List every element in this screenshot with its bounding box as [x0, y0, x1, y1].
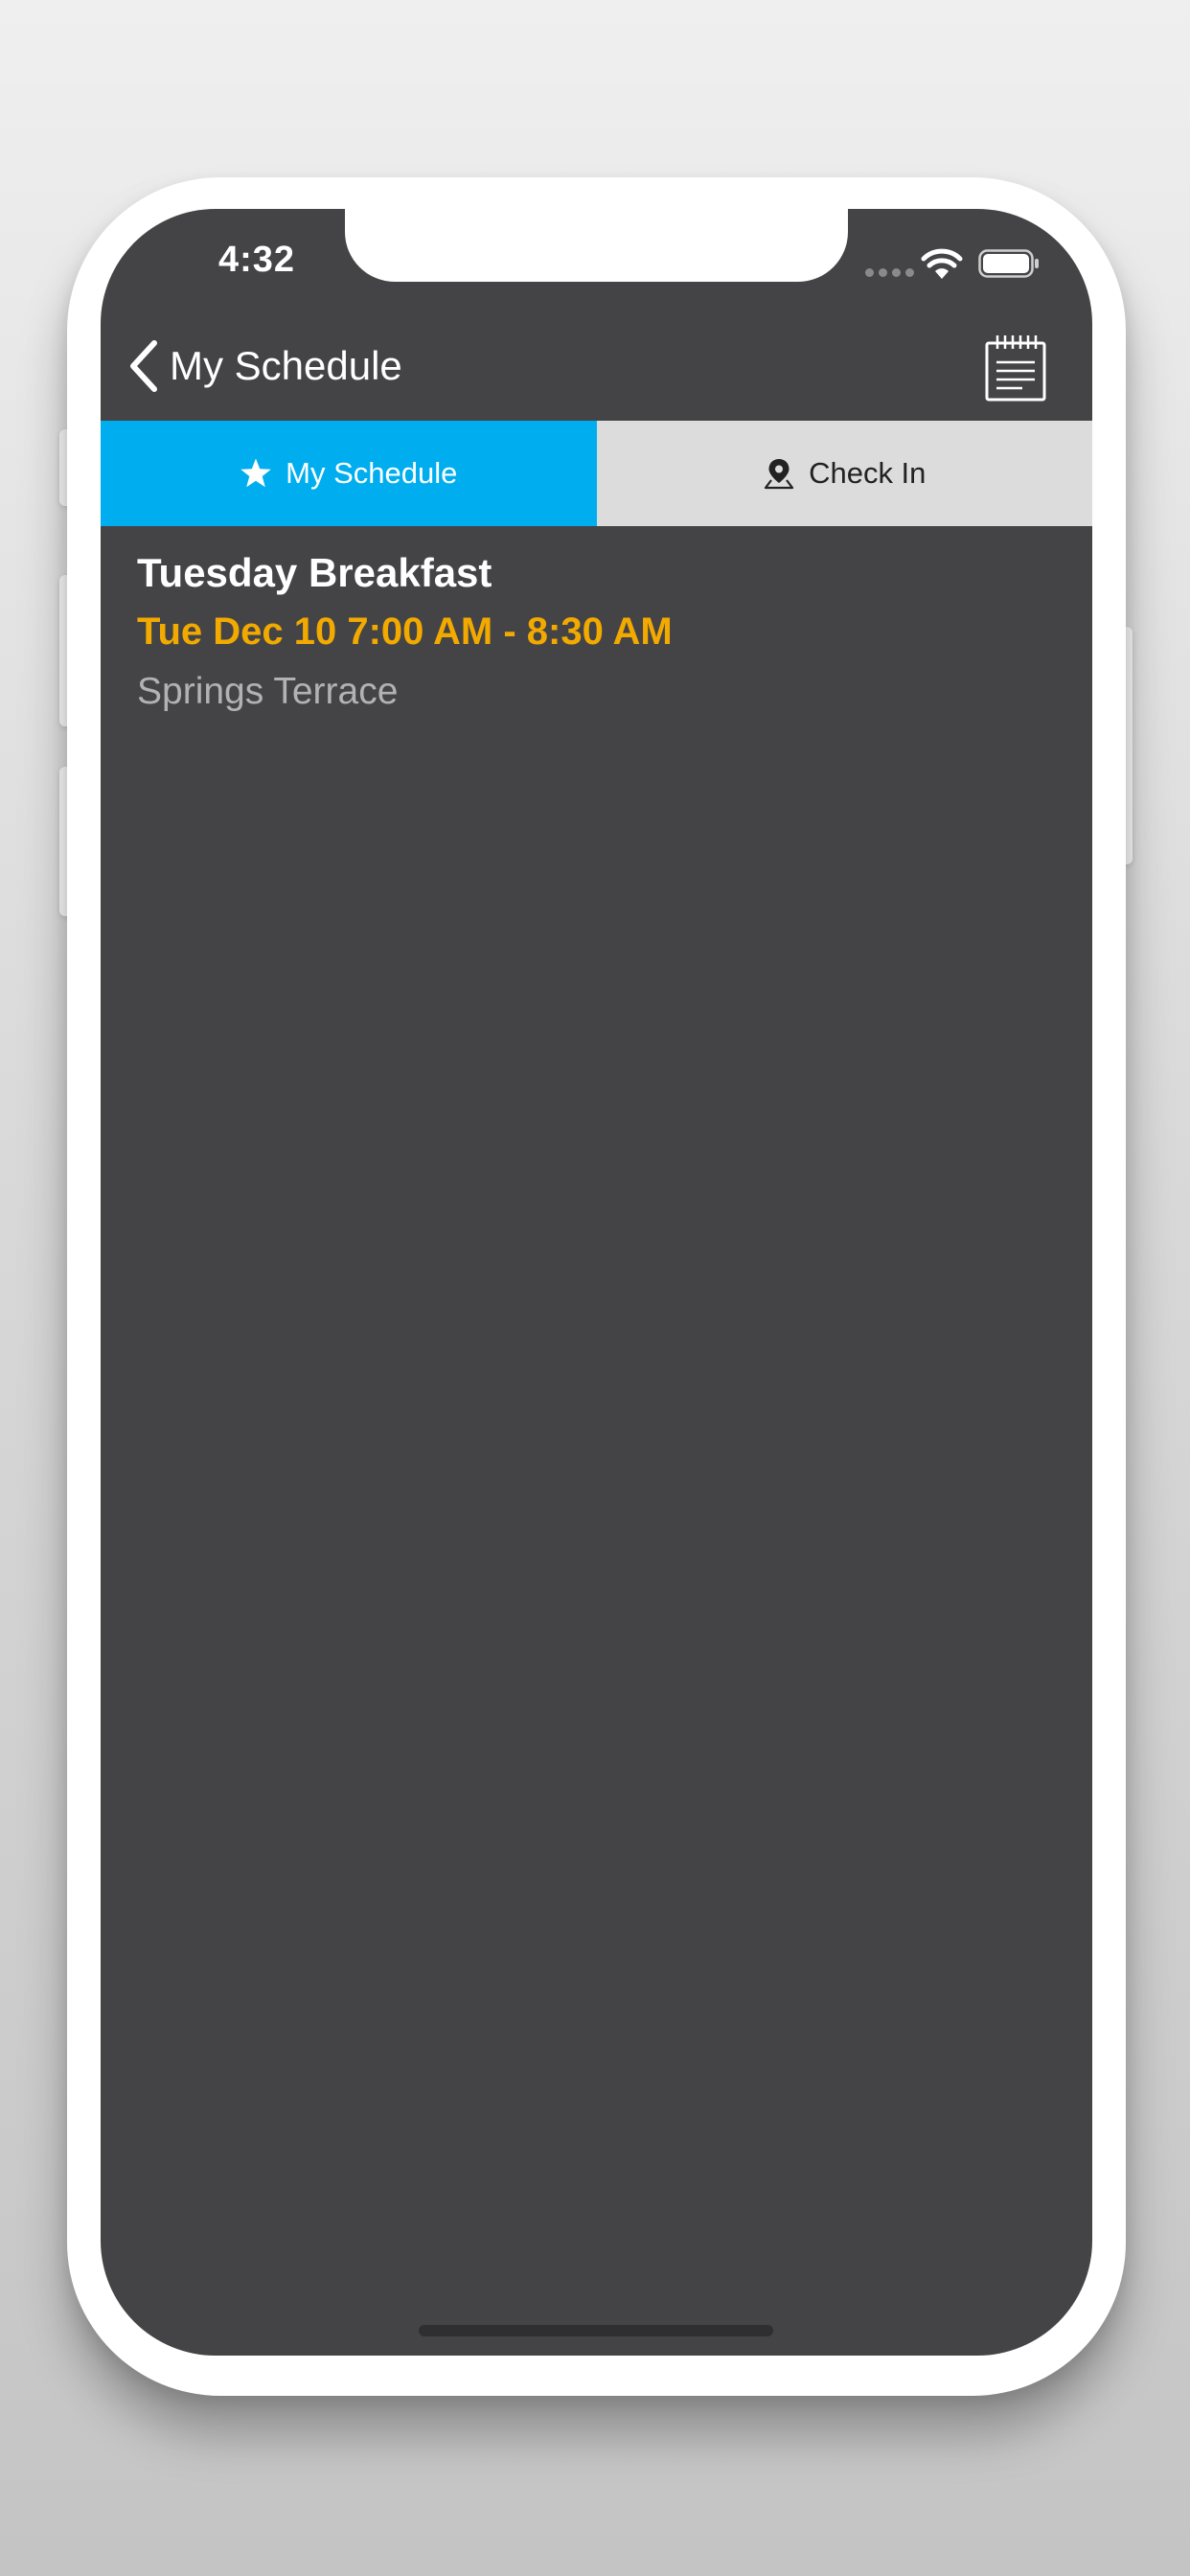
- star-icon: [240, 458, 271, 488]
- battery-icon: [978, 249, 1039, 278]
- page-title: My Schedule: [170, 343, 402, 388]
- chevron-left-icon: [130, 340, 157, 392]
- tab-my-schedule[interactable]: My Schedule: [101, 421, 597, 526]
- cellular-signal-icon: [865, 268, 914, 277]
- home-indicator[interactable]: [419, 2325, 773, 2336]
- list-item[interactable]: Tuesday Breakfast Tue Dec 10 7:00 AM - 8…: [137, 544, 1057, 723]
- status-time: 4:32: [217, 240, 296, 280]
- back-button[interactable]: My Schedule: [127, 337, 402, 395]
- tab-check-in[interactable]: Check In: [596, 421, 1092, 526]
- tab-label: Check In: [809, 456, 927, 490]
- event-location: Springs Terrace: [137, 671, 399, 712]
- map-pin-icon: [764, 459, 794, 490]
- notch: [345, 209, 848, 282]
- tab-label: My Schedule: [286, 456, 458, 490]
- segmented-tabs: My Schedule Check In: [101, 421, 1092, 526]
- notepad-icon[interactable]: [984, 334, 1047, 402]
- event-title: Tuesday Breakfast: [137, 550, 492, 595]
- app-screen: 4:32 My Schedule My Schedule Check In Tu…: [101, 209, 1092, 2356]
- event-time: Tue Dec 10 7:00 AM - 8:30 AM: [137, 610, 673, 653]
- wifi-icon: [921, 248, 963, 279]
